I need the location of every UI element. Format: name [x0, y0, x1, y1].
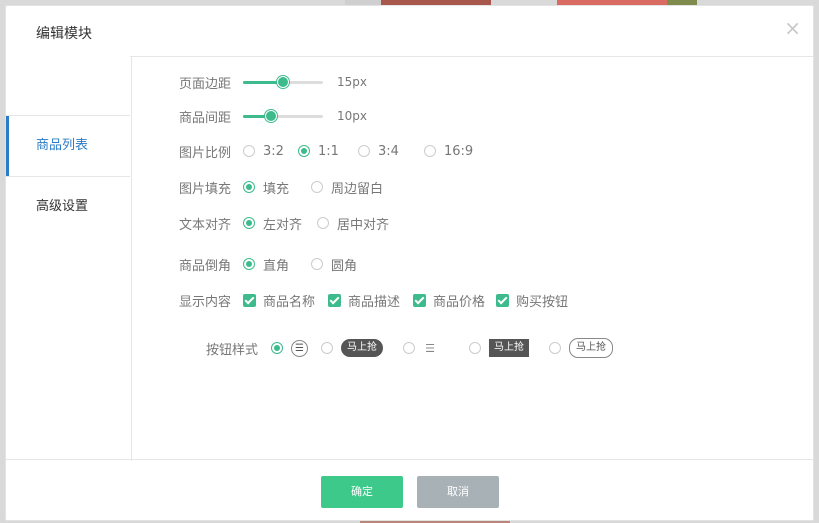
radio-button[interactable] [549, 342, 561, 354]
radio-button[interactable] [321, 342, 333, 354]
page-margin-label: 页面边距 [179, 76, 232, 92]
sidebar-item-product-list[interactable]: 商品列表 [6, 116, 130, 176]
radio-button[interactable] [298, 145, 310, 157]
item-spacing-slider[interactable] [243, 108, 323, 124]
sidebar-item-advanced-settings[interactable]: 高级设置 [6, 176, 130, 236]
align-left-option[interactable]: 左对齐 [243, 214, 317, 233]
show-name-label: 商品名称 [263, 294, 316, 310]
corner-round-option[interactable]: 圆角 [311, 255, 357, 274]
page-margin-value: 15px [337, 75, 367, 89]
radio-button[interactable] [317, 217, 329, 229]
cart-icon: ☰ [425, 341, 435, 355]
image-ratio-row: 图片比例 3:2 1:1 3:4 16:9 [179, 141, 473, 161]
ratio-3-2-label: 3:2 [263, 143, 284, 159]
ratio-1-1-label: 1:1 [318, 143, 339, 159]
radio-button[interactable] [311, 181, 323, 193]
button-style-option-1[interactable]: ☰ [271, 339, 319, 357]
image-fill-row: 图片填充 填充 周边留白 [179, 177, 383, 197]
item-spacing-row: 商品间距 10px [179, 106, 367, 126]
show-name-checkbox[interactable]: 商品名称 [243, 291, 328, 310]
radio-button[interactable] [358, 145, 370, 157]
cancel-button[interactable]: 取消 [417, 476, 499, 508]
slider-handle[interactable] [265, 110, 277, 122]
text-align-row: 文本对齐 左对齐 居中对齐 [179, 213, 389, 233]
show-price-checkbox[interactable]: 商品价格 [413, 291, 496, 310]
radio-button[interactable] [243, 145, 255, 157]
show-desc-checkbox[interactable]: 商品描述 [328, 291, 413, 310]
corner-square-option[interactable]: 直角 [243, 255, 311, 274]
radio-button[interactable] [311, 258, 323, 270]
radio-button[interactable] [403, 342, 415, 354]
sidebar-blank [6, 56, 130, 116]
ratio-1-1-option[interactable]: 1:1 [298, 144, 358, 159]
button-style-option-3[interactable]: ☰ [403, 341, 469, 355]
checkbox-checked[interactable] [328, 293, 341, 307]
image-ratio-label: 图片比例 [179, 145, 232, 161]
whitespace-option[interactable]: 周边留白 [311, 178, 383, 197]
item-spacing-label: 商品间距 [179, 110, 232, 126]
image-fill-label: 图片填充 [179, 181, 232, 197]
page-margin-slider[interactable] [243, 74, 323, 90]
checkbox-checked[interactable] [496, 293, 509, 307]
page-margin-row: 页面边距 15px [179, 72, 367, 92]
buy-now-pill-dark: 马上抢 [341, 339, 383, 357]
buy-now-rect-dark: 马上抢 [489, 339, 529, 357]
radio-button[interactable] [243, 217, 255, 229]
buy-now-pill-outline: 马上抢 [569, 338, 613, 358]
dialog-title: 编辑模块 [36, 26, 92, 42]
checkbox-checked[interactable] [243, 293, 256, 307]
display-content-label: 显示内容 [179, 294, 232, 310]
corner-label: 商品倒角 [179, 258, 232, 274]
ratio-3-2-option[interactable]: 3:2 [243, 144, 298, 159]
dialog-header: 编辑模块 × [6, 6, 813, 57]
ratio-16-9-option[interactable]: 16:9 [424, 144, 473, 159]
corner-row: 商品倒角 直角 圆角 [179, 254, 357, 274]
ratio-3-4-label: 3:4 [378, 143, 399, 159]
whitespace-option-label: 周边留白 [331, 181, 384, 197]
show-buy-button-checkbox[interactable]: 购买按钮 [496, 291, 568, 310]
dialog-footer: 确定 取消 [6, 459, 813, 520]
edit-module-dialog: 编辑模块 × 商品列表 高级设置 页面边距 15px 商品间距 10px 图片比… [5, 5, 814, 521]
align-center-label: 居中对齐 [337, 217, 390, 233]
button-style-row: 按钮样式 ☰ 马上抢 ☰ 马上抢 马上抢 [206, 337, 613, 359]
corner-square-label: 直角 [263, 258, 290, 274]
radio-button[interactable] [243, 258, 255, 270]
radio-button[interactable] [469, 342, 481, 354]
radio-button[interactable] [243, 181, 255, 193]
cart-icon: ☰ [291, 339, 308, 357]
show-buy-button-label: 购买按钮 [516, 294, 569, 310]
button-style-option-2[interactable]: 马上抢 [321, 339, 403, 357]
show-price-label: 商品价格 [433, 294, 486, 310]
slider-handle[interactable] [277, 76, 289, 88]
display-content-row: 显示内容 商品名称 商品描述 商品价格 购买按钮 [179, 290, 568, 310]
close-icon[interactable]: × [784, 16, 801, 40]
button-style-option-4[interactable]: 马上抢 [469, 339, 549, 357]
radio-button[interactable] [271, 342, 283, 354]
align-left-label: 左对齐 [263, 217, 303, 233]
item-spacing-value: 10px [337, 109, 367, 123]
fill-option-label: 填充 [263, 181, 290, 197]
align-center-option[interactable]: 居中对齐 [317, 214, 389, 233]
radio-button[interactable] [424, 145, 436, 157]
fill-option[interactable]: 填充 [243, 178, 311, 197]
button-style-label: 按钮样式 [206, 342, 259, 358]
ratio-16-9-label: 16:9 [444, 143, 474, 159]
settings-sidebar: 商品列表 高级设置 [6, 56, 132, 461]
button-style-option-5[interactable]: 马上抢 [549, 338, 613, 358]
confirm-button[interactable]: 确定 [321, 476, 403, 508]
text-align-label: 文本对齐 [179, 217, 232, 233]
corner-round-label: 圆角 [331, 258, 358, 274]
show-desc-label: 商品描述 [348, 294, 401, 310]
checkbox-checked[interactable] [413, 293, 426, 307]
ratio-3-4-option[interactable]: 3:4 [358, 144, 424, 159]
